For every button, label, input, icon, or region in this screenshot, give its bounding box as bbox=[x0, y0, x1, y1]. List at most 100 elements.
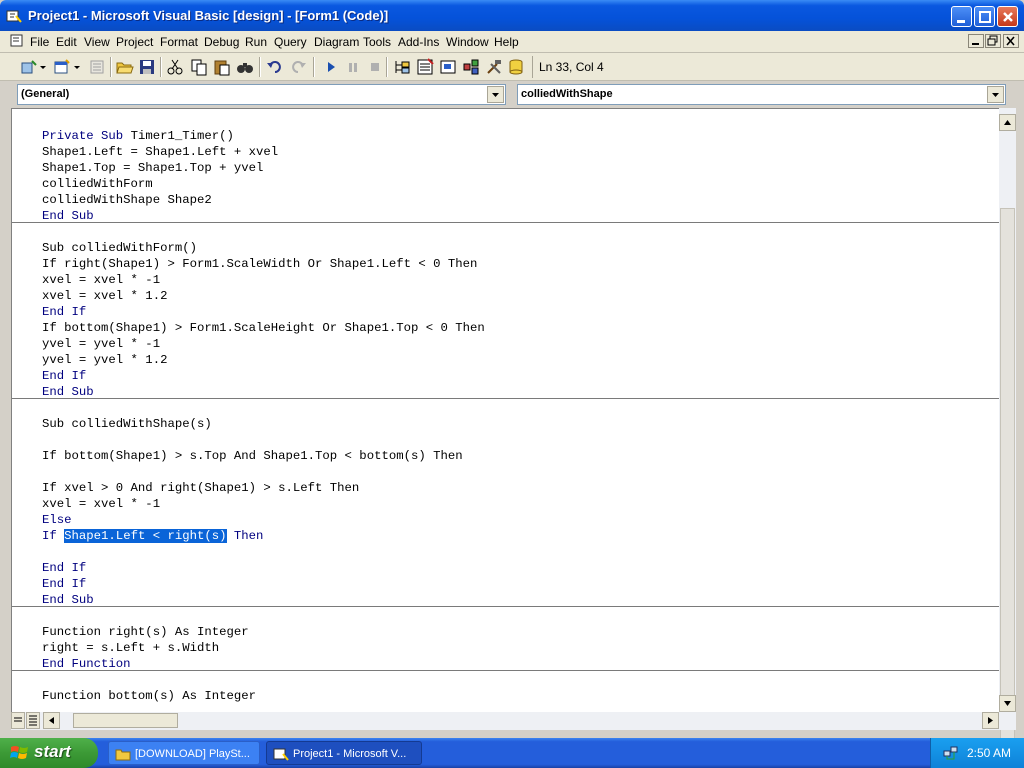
toolbar-separator bbox=[313, 57, 315, 77]
menu-project[interactable]: Project bbox=[116, 35, 153, 49]
chevron-down-icon[interactable] bbox=[487, 86, 504, 103]
code-line: End If bbox=[42, 577, 87, 591]
procedure-view-button[interactable] bbox=[11, 712, 25, 729]
procedure-combo[interactable]: colliedWithShape bbox=[517, 84, 1006, 105]
window-edge bbox=[1016, 108, 1024, 730]
menu-format[interactable]: Format bbox=[160, 35, 198, 49]
code-line: Shape1.Top = Shape1.Top + yvel bbox=[42, 161, 264, 175]
scroll-up-button[interactable] bbox=[999, 114, 1016, 131]
code-editor[interactable]: Private Sub Timer1_Timer() Shape1.Left =… bbox=[11, 108, 999, 712]
procedure-separator bbox=[12, 222, 999, 223]
object-browser-icon[interactable] bbox=[462, 58, 480, 76]
copy-icon[interactable] bbox=[190, 58, 208, 76]
taskbar-item-download[interactable]: [DOWNLOAD] PlaySt... bbox=[108, 741, 260, 765]
code-line: Shape1.Left = Shape1.Left + xvel bbox=[42, 145, 279, 159]
dropdown-arrow-icon[interactable] bbox=[72, 58, 82, 76]
toolbox-icon[interactable] bbox=[485, 58, 503, 76]
code-line: If Shape1.Left < right(s) Then bbox=[42, 529, 264, 543]
full-module-view-button[interactable] bbox=[26, 712, 40, 729]
code-line: Sub colliedWithForm() bbox=[42, 241, 197, 255]
object-combo-value: (General) bbox=[21, 88, 70, 100]
code-line: End If bbox=[42, 305, 87, 319]
paste-icon[interactable] bbox=[213, 58, 231, 76]
form-layout-icon[interactable] bbox=[439, 58, 457, 76]
code-line: yvel = yvel * -1 bbox=[42, 337, 161, 351]
menu-debug[interactable]: Debug bbox=[204, 35, 239, 49]
horizontal-scrollbar[interactable] bbox=[11, 712, 1016, 730]
code-line: Function bottom(s) As Integer bbox=[42, 689, 257, 703]
folder-icon bbox=[115, 746, 131, 762]
code-line: Else bbox=[42, 513, 72, 527]
code-line: End If bbox=[42, 369, 87, 383]
start-button[interactable]: start bbox=[0, 738, 98, 768]
end-stop-icon[interactable] bbox=[366, 58, 384, 76]
taskbar-item-label: [DOWNLOAD] PlaySt... bbox=[135, 748, 250, 760]
undo-icon[interactable] bbox=[266, 58, 284, 76]
menu-help[interactable]: Help bbox=[494, 35, 519, 49]
scroll-down-button[interactable] bbox=[999, 695, 1016, 712]
menu-diagram[interactable]: Diagram bbox=[314, 35, 359, 49]
network-icon[interactable] bbox=[943, 745, 959, 764]
code-line: colliedWithShape Shape2 bbox=[42, 193, 212, 207]
code-line: xvel = xvel * 1.2 bbox=[42, 289, 168, 303]
child-minimize-button[interactable] bbox=[968, 34, 984, 48]
vb-app-icon bbox=[273, 746, 289, 762]
title-bar[interactable]: Project1 - Microsoft Visual Basic [desig… bbox=[0, 0, 1024, 31]
cut-icon[interactable] bbox=[166, 58, 184, 76]
code-line: Private Sub Timer1_Timer() bbox=[42, 129, 234, 143]
redo-icon[interactable] bbox=[289, 58, 307, 76]
data-view-icon[interactable] bbox=[508, 58, 526, 76]
scroll-right-button[interactable] bbox=[982, 712, 999, 729]
code-line: yvel = yvel * 1.2 bbox=[42, 353, 168, 367]
minimize-button[interactable] bbox=[951, 6, 972, 27]
close-button[interactable] bbox=[997, 6, 1018, 27]
menu-tools[interactable]: Tools bbox=[363, 35, 391, 49]
scroll-thumb[interactable] bbox=[73, 713, 178, 728]
scroll-thumb[interactable] bbox=[1000, 208, 1015, 768]
find-icon[interactable] bbox=[236, 58, 254, 76]
toolbar-separator bbox=[386, 57, 388, 77]
combo-row: (General) colliedWithShape bbox=[0, 81, 1024, 108]
add-form-icon[interactable] bbox=[53, 58, 71, 76]
windows-logo-icon bbox=[10, 744, 30, 765]
procedure-separator bbox=[12, 670, 999, 671]
menu-add-ins[interactable]: Add-Ins bbox=[398, 35, 439, 49]
save-icon[interactable] bbox=[138, 58, 156, 76]
code-line: If xvel > 0 And right(Shape1) > s.Left T… bbox=[42, 481, 360, 495]
open-folder-icon[interactable] bbox=[116, 58, 134, 76]
menu-query[interactable]: Query bbox=[274, 35, 307, 49]
child-close-button[interactable] bbox=[1003, 34, 1019, 48]
clock[interactable]: 2:50 AM bbox=[967, 746, 1011, 760]
child-restore-button[interactable] bbox=[985, 34, 1001, 48]
menu-view[interactable]: View bbox=[84, 35, 110, 49]
menu-edit[interactable]: Edit bbox=[56, 35, 77, 49]
add-project-icon[interactable] bbox=[20, 58, 38, 76]
vertical-scrollbar[interactable] bbox=[999, 108, 1016, 768]
selected-text[interactable]: Shape1.Left < right(s) bbox=[64, 529, 227, 543]
chevron-down-icon[interactable] bbox=[987, 86, 1004, 103]
scroll-left-button[interactable] bbox=[43, 712, 60, 729]
menu-bar: File Edit View Project Format Debug Run … bbox=[0, 31, 1024, 53]
taskbar-item-vb[interactable]: Project1 - Microsoft V... bbox=[266, 741, 422, 765]
dropdown-arrow-icon[interactable] bbox=[38, 58, 48, 76]
vb-app-icon[interactable] bbox=[6, 8, 22, 24]
properties-window-icon[interactable] bbox=[416, 58, 434, 76]
maximize-button[interactable] bbox=[974, 6, 995, 27]
code-line: xvel = xvel * -1 bbox=[42, 497, 161, 511]
window-title: Project1 - Microsoft Visual Basic [desig… bbox=[28, 8, 389, 23]
break-pause-icon[interactable] bbox=[344, 58, 362, 76]
cursor-position-label: Ln 33, Col 4 bbox=[532, 56, 632, 78]
project-explorer-icon[interactable] bbox=[393, 58, 411, 76]
menu-file[interactable]: File bbox=[30, 35, 49, 49]
code-margin-strip bbox=[0, 108, 11, 730]
standard-toolbar: Ln 33, Col 4 bbox=[0, 53, 1024, 81]
menu-editor-icon[interactable] bbox=[88, 58, 106, 76]
menu-run[interactable]: Run bbox=[245, 35, 267, 49]
object-combo[interactable]: (General) bbox=[17, 84, 506, 105]
code-line: colliedWithForm bbox=[42, 177, 153, 191]
taskbar: start [DOWNLOAD] PlaySt... Project1 - Mi… bbox=[0, 738, 1024, 768]
toolbar-separator bbox=[160, 57, 162, 77]
menu-window[interactable]: Window bbox=[446, 35, 489, 49]
start-run-icon[interactable] bbox=[322, 58, 340, 76]
code-window-icon[interactable] bbox=[10, 34, 24, 48]
